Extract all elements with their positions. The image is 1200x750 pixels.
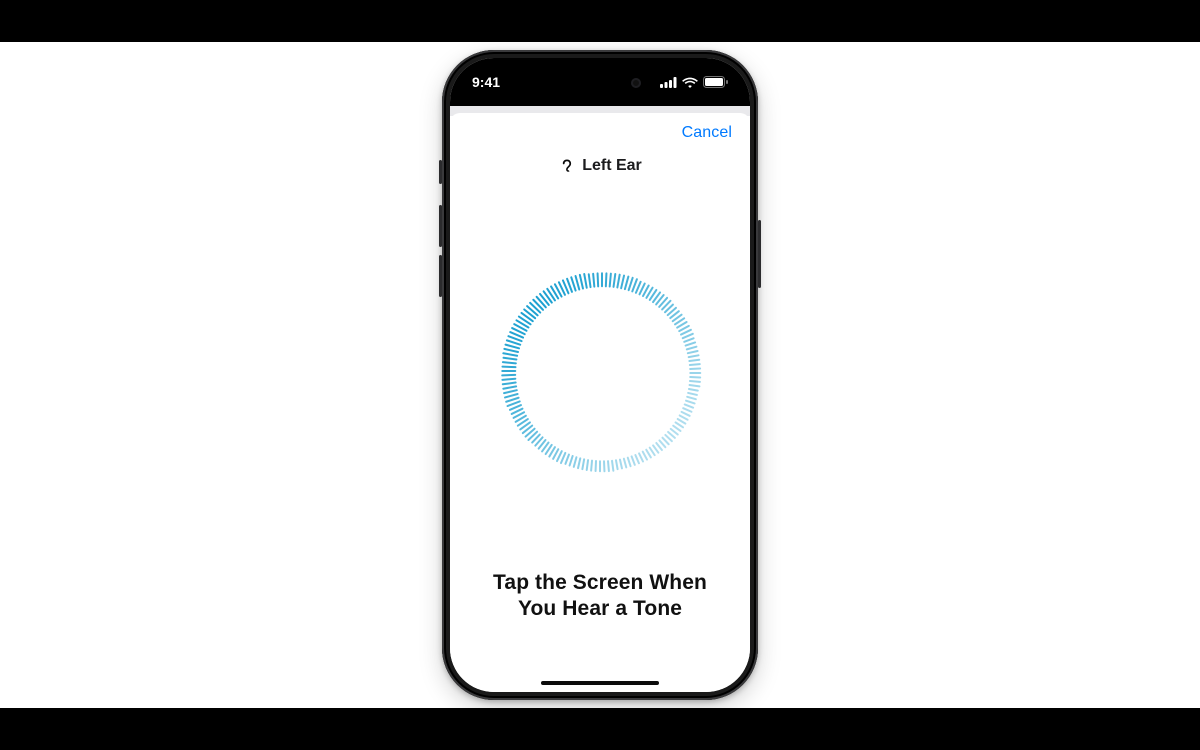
cellular-icon [660,77,677,88]
volume-down-button [439,255,442,297]
ear-label: Left Ear [582,157,642,175]
letterbox-bottom [0,708,1200,750]
ear-indicator: Left Ear [450,157,750,175]
silence-switch [439,160,442,184]
stage: 9:41 [0,42,1200,708]
letterbox-top [0,0,1200,42]
status-time: 9:41 [472,74,500,90]
sheet-header: Cancel [450,113,750,153]
volume-up-button [439,205,442,247]
battery-icon [703,76,728,88]
instruction-text: Tap the Screen When You Hear a Tone [450,570,750,623]
wifi-icon [682,77,698,88]
home-indicator[interactable] [541,681,659,685]
side-button [758,220,761,288]
status-indicators [660,76,728,88]
front-camera-icon [631,78,641,88]
hearing-test-sheet: Cancel Left Ear Tap the Screen When You … [450,113,750,692]
tap-area[interactable] [450,175,750,570]
dynamic-island [553,70,647,96]
iphone-device-frame: 9:41 [442,50,758,700]
tone-ring [500,272,700,472]
cancel-button[interactable]: Cancel [682,124,732,142]
left-ear-icon [558,158,574,174]
phone-screen: 9:41 [450,58,750,692]
